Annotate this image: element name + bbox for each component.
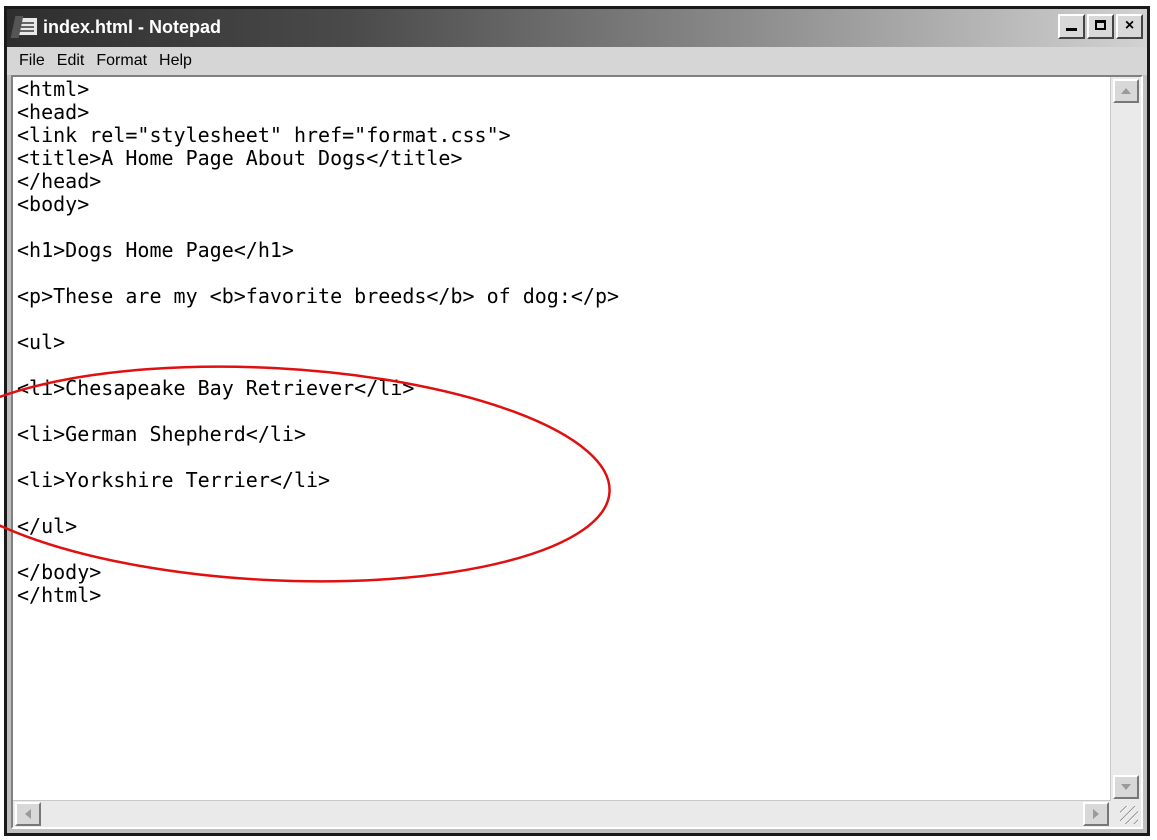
- code-line: <title>A Home Page About Dogs</title>: [17, 146, 463, 170]
- editor-area: <html> <head> <link rel="stylesheet" href=…: [11, 75, 1143, 829]
- scroll-right-button[interactable]: [1083, 802, 1109, 826]
- code-line: <li>German Shepherd</li>: [17, 422, 306, 446]
- code-line: </html>: [17, 583, 102, 607]
- menu-file[interactable]: File: [13, 52, 51, 70]
- scroll-up-button[interactable]: [1113, 79, 1139, 103]
- menu-format[interactable]: Format: [90, 52, 153, 70]
- code-line: <h1>Dogs Home Page</h1>: [17, 238, 294, 262]
- scroll-down-button[interactable]: [1113, 775, 1139, 799]
- code-line: <link rel="stylesheet" href="format.css"…: [17, 123, 511, 147]
- vertical-scrollbar[interactable]: [1110, 77, 1141, 801]
- notepad-window: index.html - Notepad × File Edit Format …: [4, 6, 1150, 836]
- window-title: index.html - Notepad: [43, 17, 222, 37]
- menu-help[interactable]: Help: [153, 52, 198, 70]
- minimize-button[interactable]: [1058, 14, 1085, 39]
- code-line: <ul>: [17, 330, 66, 354]
- scroll-left-button[interactable]: [15, 802, 41, 826]
- code-line: <p>These are my <b>favorite breeds</b> o…: [17, 284, 620, 308]
- code-line: </head>: [17, 169, 102, 193]
- title-bar[interactable]: index.html - Notepad ×: [7, 9, 1147, 47]
- code-line: <body>: [17, 192, 90, 216]
- code-line: </ul>: [17, 514, 78, 538]
- horizontal-scrollbar[interactable]: [13, 800, 1111, 827]
- resize-grip-icon[interactable]: [1111, 801, 1141, 827]
- arrow-up-icon: [1121, 88, 1131, 94]
- minimize-icon: [1066, 28, 1077, 31]
- close-icon: ×: [1124, 17, 1135, 34]
- code-line: <li>Chesapeake Bay Retriever</li>: [17, 376, 415, 400]
- arrow-right-icon: [1093, 809, 1099, 819]
- notepad-icon[interactable]: [16, 17, 38, 36]
- close-button[interactable]: ×: [1116, 14, 1143, 39]
- arrow-left-icon: [25, 809, 31, 819]
- code-line: <li>Yorkshire Terrier</li>: [17, 468, 331, 492]
- menu-edit[interactable]: Edit: [51, 52, 91, 70]
- maximize-icon: [1095, 20, 1106, 30]
- text-content[interactable]: <html> <head> <link rel="stylesheet" href=…: [17, 78, 1109, 799]
- caption-buttons: ×: [1058, 14, 1143, 39]
- maximize-button[interactable]: [1087, 14, 1114, 39]
- arrow-down-icon: [1121, 784, 1131, 790]
- menu-bar: File Edit Format Help: [7, 47, 1147, 75]
- code-line: <html>: [17, 78, 90, 101]
- code-line: <head>: [17, 100, 90, 124]
- code-line: </body>: [17, 560, 102, 584]
